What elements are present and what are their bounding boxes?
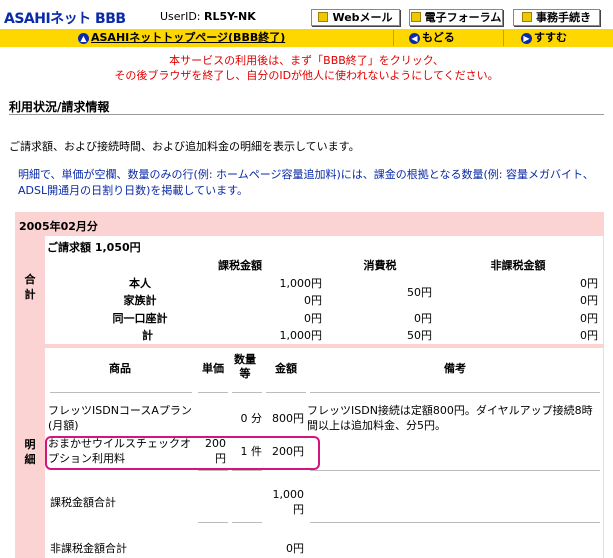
asahi-top-link[interactable]: ▲ ASAHIネットトップページ(BBB終了) xyxy=(78,30,285,46)
square-bullet-icon xyxy=(318,12,329,22)
family-taxable: 0円 xyxy=(304,294,322,307)
amount-flets-isdn: 800円 xyxy=(272,412,304,425)
header-nontax: 非課税金額 xyxy=(490,259,546,272)
cell-divider xyxy=(310,522,600,523)
cell-divider xyxy=(266,392,306,393)
billing-month: 2005年02月分 xyxy=(19,220,98,233)
cell-divider xyxy=(198,522,228,523)
arrow-up-icon: ▲ xyxy=(78,33,89,44)
e-forum-label: 電子フォーラム xyxy=(424,11,502,24)
asahi-net-logo: ASAHIネット BBB xyxy=(4,11,126,27)
e-forum-button[interactable]: 電子フォーラム xyxy=(409,9,503,26)
header-tax: 消費税 xyxy=(363,259,397,272)
row-label-same-account: 同一口座計 xyxy=(112,312,168,325)
row-label-total: 計 xyxy=(142,329,153,342)
cell-divider xyxy=(198,470,228,471)
logout-notice-line1: 本サービスの利用後は、まず「BBB終了」をクリック、 xyxy=(169,54,444,67)
same-account-taxable: 0円 xyxy=(304,312,322,325)
cell-divider xyxy=(232,470,262,471)
header-amount: 金額 xyxy=(275,362,297,375)
detail-side-label: 明細 xyxy=(24,438,36,466)
back-label: もどる xyxy=(422,31,455,44)
square-bullet-icon xyxy=(522,12,532,22)
page-title: 利用状況/請求情報 xyxy=(9,100,110,114)
procedures-button[interactable]: 事務手続き xyxy=(513,9,600,26)
total-taxable: 1,000円 xyxy=(279,329,323,342)
header-remarks: 備考 xyxy=(444,362,466,375)
detail-note: 明細で、単価が空欄、数量のみの行(例: ホームページ容量追加料)には、課金の根拠… xyxy=(18,168,594,197)
family-nontax: 0円 xyxy=(580,294,598,307)
same-account-tax: 0円 xyxy=(414,312,432,325)
asahi-top-link-label: ASAHIネットトップページ(BBB終了) xyxy=(91,31,286,44)
description-text: ご請求額、および接続時間、および追加料金の明細を表示しています。 xyxy=(9,140,360,153)
header-unit-price: 単価 xyxy=(202,362,224,375)
summary-side-label: 合計 xyxy=(24,273,36,301)
userid-value: RL5Y-NK xyxy=(204,10,256,23)
cell-divider xyxy=(310,470,600,471)
header-quantity: 数量等 xyxy=(234,353,256,380)
total-amount: ご請求額 1,050円 xyxy=(47,241,141,254)
title-underline xyxy=(9,114,604,115)
arrow-right-icon: ▶ xyxy=(521,33,532,44)
total-nontax: 0円 xyxy=(580,329,598,342)
back-link[interactable]: ◀ もどる xyxy=(409,30,455,46)
webmail-button[interactable]: Webメール xyxy=(311,9,400,26)
row-label-self: 本人 xyxy=(129,277,151,290)
row-label-family: 家族計 xyxy=(123,294,157,307)
cell-divider xyxy=(232,522,262,523)
userid-display: UserID: RL5Y-NK xyxy=(160,10,256,23)
taxable-total-label: 課税金額合計 xyxy=(50,496,116,509)
nontax-total-value: 0円 xyxy=(286,542,304,555)
header-taxable: 課税金額 xyxy=(218,259,262,272)
logout-notice-line2: その後ブラウザを終了し、自分のIDが他人に使われないようにしてください。 xyxy=(114,69,499,82)
nontax-total-label: 非課税金額合計 xyxy=(50,542,127,555)
next-link[interactable]: ▶ すすむ xyxy=(521,30,567,46)
nav-divider xyxy=(393,30,394,46)
same-account-nontax: 0円 xyxy=(580,312,598,325)
cell-divider xyxy=(232,392,262,393)
taxable-total-value: 1,000円 xyxy=(272,488,305,516)
cell-divider xyxy=(310,392,600,393)
self-nontax: 0円 xyxy=(580,277,598,290)
userid-label: UserID: xyxy=(160,10,201,23)
arrow-left-icon: ◀ xyxy=(409,33,420,44)
cell-divider xyxy=(198,392,228,393)
nav-divider xyxy=(503,30,504,46)
product-flets-isdn: フレッツISDNコースAプラン(月額) xyxy=(48,404,192,432)
self-taxable: 1,000円 xyxy=(279,277,323,290)
remarks-flets-isdn: フレッツISDN接続は定額800円。ダイヤルアップ接続8時間以上は追加料金、分5… xyxy=(307,404,593,432)
header-product: 商品 xyxy=(109,362,131,375)
merged-tax: 50円 xyxy=(407,286,432,299)
cell-divider xyxy=(50,392,192,393)
total-tax: 50円 xyxy=(407,329,432,342)
square-bullet-icon xyxy=(410,12,421,22)
procedures-label: 事務手続き xyxy=(536,11,591,24)
webmail-label: Webメール xyxy=(332,11,393,24)
next-label: すすむ xyxy=(534,31,567,44)
qty-flets-isdn: 0 分 xyxy=(240,412,263,425)
highlight-box xyxy=(45,436,320,470)
